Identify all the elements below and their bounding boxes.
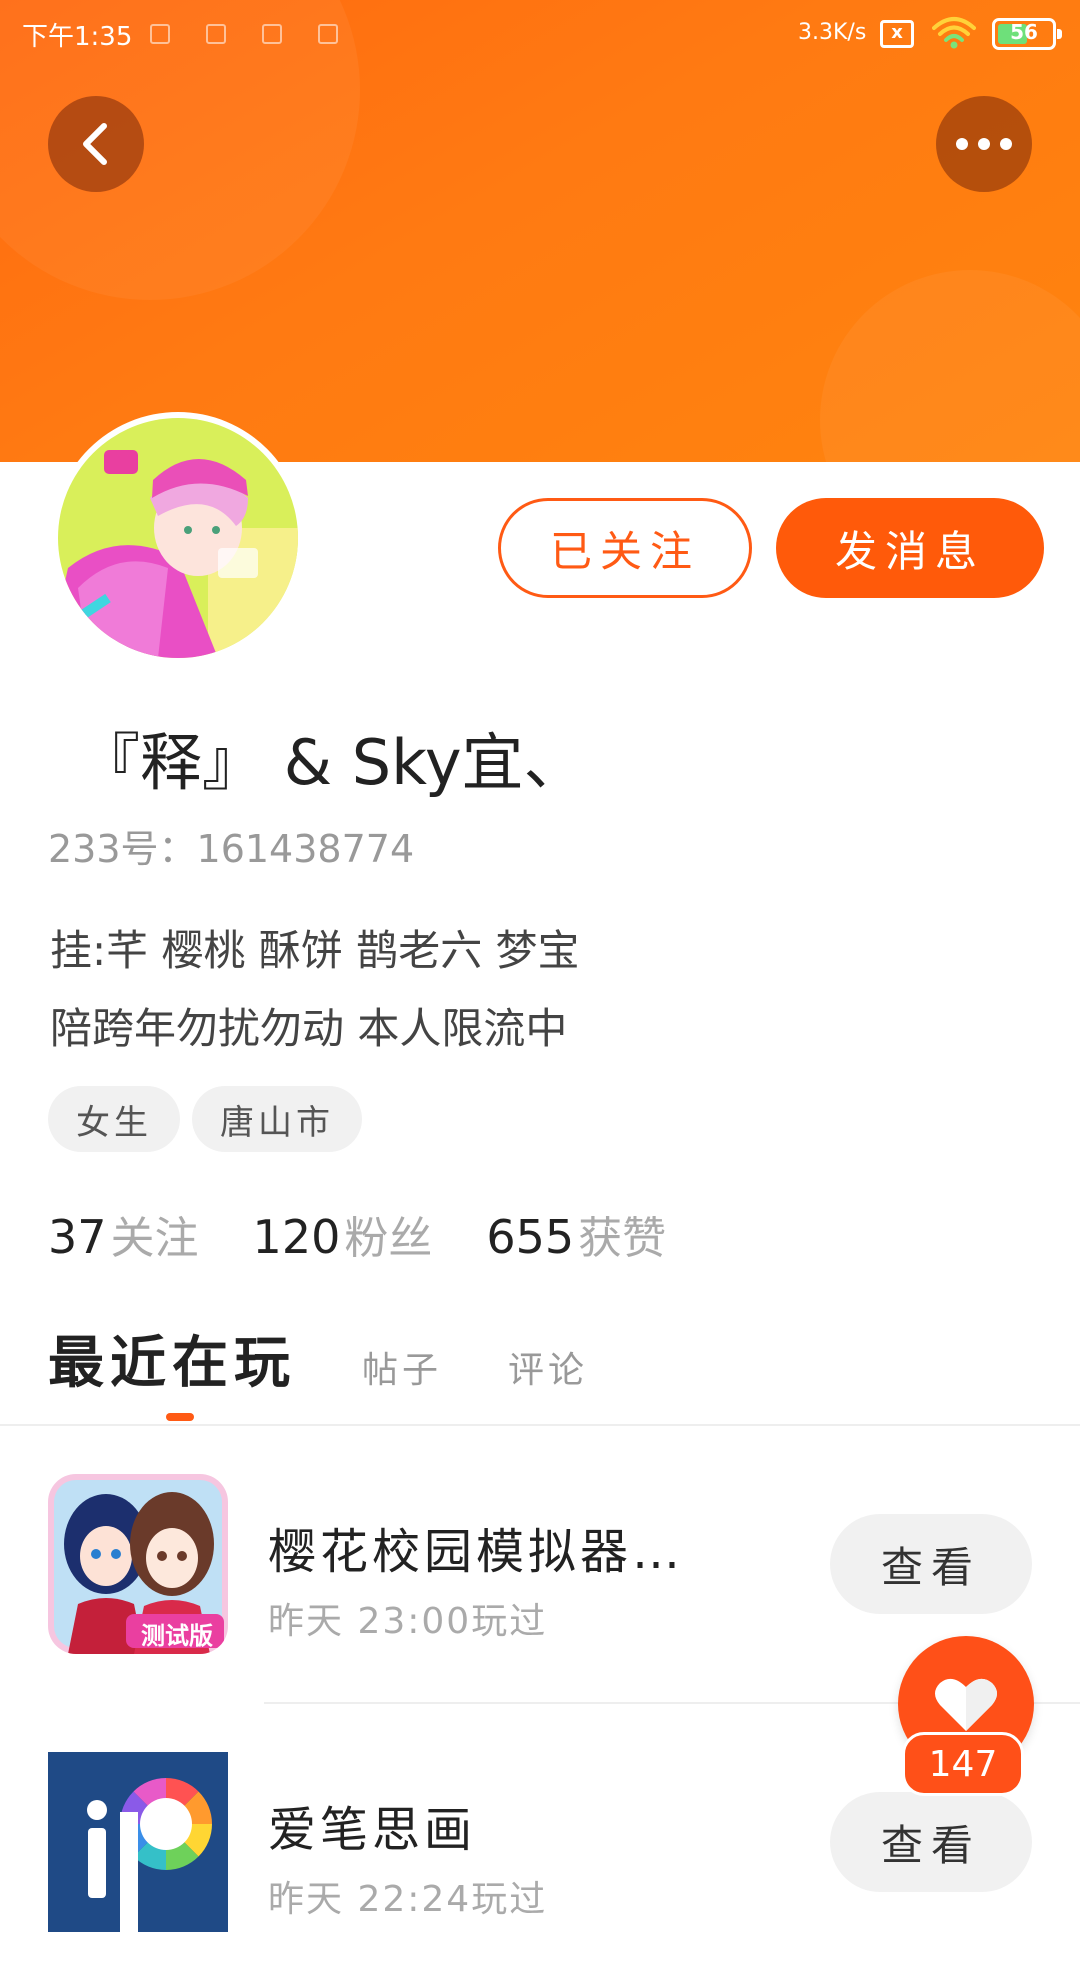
status-time: 下午1:35 xyxy=(22,22,133,52)
profile-tabs: 最近在玩 帖子 评论 xyxy=(48,1318,588,1399)
banner-decoration xyxy=(820,270,1080,462)
tab-posts[interactable]: 帖子 xyxy=(362,1341,442,1393)
view-game-button[interactable]: 查看 xyxy=(830,1792,1032,1892)
divider xyxy=(0,1424,1080,1426)
stat-label: 获赞 xyxy=(578,1213,667,1264)
wifi-icon xyxy=(932,17,976,49)
ellipsis-icon xyxy=(956,138,1012,150)
stat-likes: 655获赞 xyxy=(486,1202,666,1266)
notification-icon xyxy=(262,24,282,44)
user-id: 233号：161438774 xyxy=(48,827,415,871)
bio-line: 挂:芊 樱桃 酥饼 鹊老六 梦宝 xyxy=(50,926,580,975)
bio-line: 陪跨年勿扰勿动 本人限流中 xyxy=(50,1004,568,1053)
username: 『释』 & Sky宜、 xyxy=(78,726,586,799)
game-last-played: 昨天 22:24玩过 xyxy=(268,1879,548,1920)
notification-icon xyxy=(150,24,170,44)
heart-icon xyxy=(935,1678,997,1731)
avatar-image xyxy=(58,418,298,658)
stat-count: 120 xyxy=(252,1210,341,1264)
stat-following[interactable]: 37关注 xyxy=(48,1202,199,1266)
game-title: 樱花校园模拟器… xyxy=(268,1524,685,1580)
tab-recently-played[interactable]: 最近在玩 xyxy=(48,1318,296,1399)
network-speed: 3.3K/s xyxy=(798,20,867,45)
profile-stats: 37关注 120粉丝 655获赞 xyxy=(48,1202,666,1266)
stat-count: 37 xyxy=(48,1210,107,1264)
back-button[interactable] xyxy=(48,96,144,192)
no-sim-icon: x xyxy=(880,20,914,48)
send-message-button[interactable]: 发消息 xyxy=(776,498,1044,598)
chevron-left-icon xyxy=(83,123,107,165)
gender-tag: 女生 xyxy=(48,1086,180,1152)
ibis-paint-icon xyxy=(48,1752,228,1932)
stat-label: 粉丝 xyxy=(344,1213,433,1264)
bio: 挂:芊 樱桃 酥饼 鹊老六 梦宝 陪跨年勿扰勿动 本人限流中 xyxy=(50,912,950,1068)
battery-level: 56 xyxy=(1010,20,1038,44)
stat-count: 655 xyxy=(486,1210,575,1264)
game-icon: 测试版 xyxy=(48,1474,228,1654)
game-icon-badge: 测试版 xyxy=(141,1622,213,1650)
game-last-played: 昨天 23:00玩过 xyxy=(268,1601,548,1642)
location-tag: 唐山市 xyxy=(192,1086,362,1152)
notification-icon xyxy=(206,24,226,44)
battery-cap xyxy=(1057,29,1062,39)
active-tab-indicator xyxy=(166,1413,194,1421)
stat-fans[interactable]: 120粉丝 xyxy=(253,1202,433,1266)
game-title: 爱笔思画 xyxy=(268,1802,477,1858)
profile-header-banner: 下午1:35 3.3K/s x 56 xyxy=(0,0,1080,462)
notification-icon xyxy=(318,24,338,44)
like-count: 147 xyxy=(902,1732,1024,1796)
status-bar: 下午1:35 3.3K/s x 56 xyxy=(0,0,1080,70)
more-options-button[interactable] xyxy=(936,96,1032,192)
avatar[interactable] xyxy=(52,412,304,664)
following-button[interactable]: 已关注 xyxy=(498,498,752,598)
notification-icons xyxy=(150,24,338,44)
battery-icon: 56 xyxy=(992,18,1062,50)
view-game-button[interactable]: 查看 xyxy=(830,1514,1032,1614)
tab-comments[interactable]: 评论 xyxy=(508,1341,588,1393)
stat-label: 关注 xyxy=(110,1213,199,1264)
game-icon xyxy=(48,1752,228,1932)
profile-tags: 女生 唐山市 xyxy=(48,1086,362,1152)
